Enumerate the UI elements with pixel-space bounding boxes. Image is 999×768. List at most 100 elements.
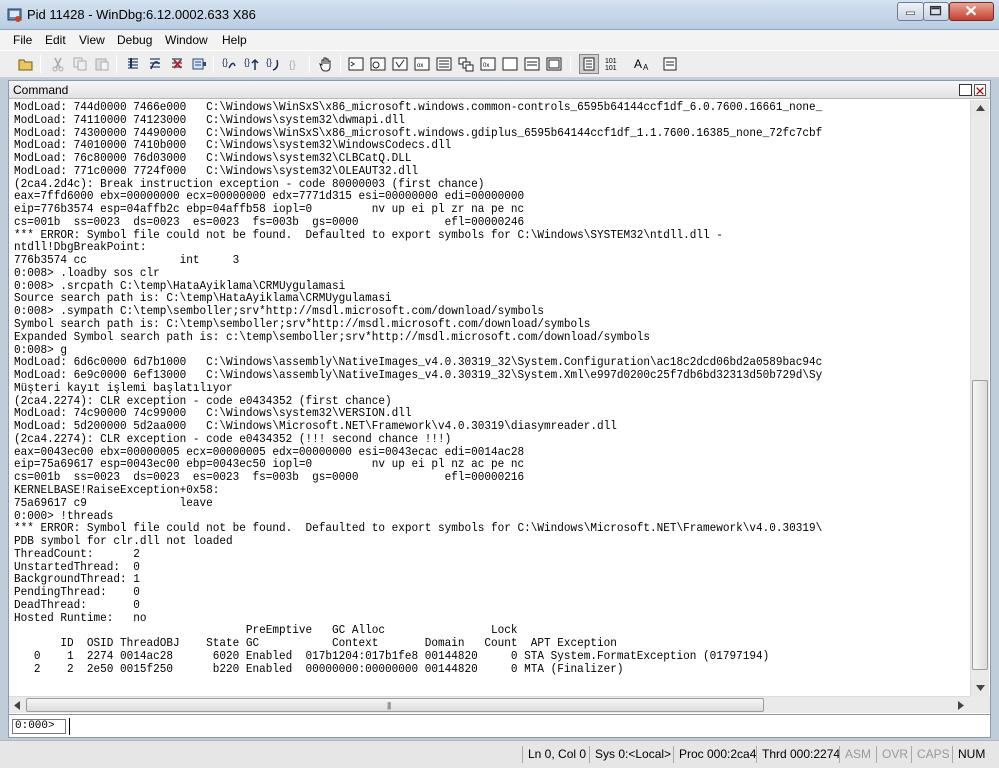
svg-text:0x: 0x (483, 63, 489, 69)
svg-text:{}: {} (222, 57, 228, 67)
status-thrd: Thrd 000:2274 (756, 746, 840, 763)
scroll-up-arrow-icon[interactable] (971, 100, 989, 116)
status-line-col: Ln 0, Col 0 (522, 746, 586, 763)
command-output[interactable]: ModLoad: 744d0000 7466e000 C:\Windows\Wi… (14, 101, 969, 695)
vertical-scrollbar[interactable] (970, 100, 989, 696)
output-line: 0:008> .loadby sos clr (14, 265, 160, 280)
cut-icon[interactable] (48, 54, 68, 74)
hex-icon[interactable]: 101 101 (602, 54, 622, 74)
font-icon[interactable]: AA (632, 54, 652, 74)
menu-debug[interactable]: Debug (117, 33, 152, 47)
close-button[interactable] (949, 2, 994, 21)
step-into-icon[interactable] (123, 54, 143, 74)
disassembly-icon[interactable]: 0x (478, 54, 498, 74)
locals-icon[interactable] (390, 54, 410, 74)
output-line: ID OSID ThreadOBJ State GC Context Domai… (14, 636, 617, 651)
output-line: ThreadCount: 2 (14, 546, 140, 561)
scroll-down-arrow-icon[interactable] (971, 680, 989, 696)
minimize-button[interactable] (897, 2, 924, 21)
copy-icon[interactable] (70, 54, 90, 74)
status-asm: ASM (839, 746, 871, 763)
scroll-corner (970, 696, 990, 713)
output-line: (2ca4.2274): CLR exception - code e04343… (14, 431, 452, 446)
svg-text:ox: ox (417, 63, 423, 69)
scroll-grip-icon: ||| (387, 701, 391, 710)
output-line: DeadThread: 0 (14, 597, 140, 612)
paste-icon[interactable] (92, 54, 112, 74)
title-bar: Pid 11428 - WinDbg:6.12.0002.633 X86 (0, 0, 999, 30)
status-num: NUM (952, 746, 985, 763)
status-caps: CAPS (911, 746, 950, 763)
processes-icon[interactable] (544, 54, 564, 74)
open-icon[interactable] (16, 54, 36, 74)
output-line: ModLoad: 771c0000 7724f000 C:\Windows\sy… (14, 163, 419, 178)
svg-text:101: 101 (605, 65, 617, 72)
menu-view[interactable]: View (79, 33, 105, 47)
options-icon[interactable] (660, 54, 680, 74)
toolbar: {} {} {} {} ox 0x 101 101 AA (0, 50, 999, 78)
toolbar-separator (213, 55, 214, 73)
menu-edit[interactable]: Edit (45, 33, 66, 47)
command-output-text: ModLoad: 744d0000 7466e000 C:\Windows\Wi… (14, 101, 893, 675)
memory-icon[interactable] (434, 54, 454, 74)
output-line: eip=776b3574 esp=04affb2c ebp=04affb58 i… (14, 202, 525, 217)
toolbar-separator (309, 55, 310, 73)
command-input[interactable] (69, 718, 985, 735)
processes-icon[interactable] (522, 54, 542, 74)
status-proc: Proc 000:2ca4 (673, 746, 756, 763)
horizontal-scrollbar[interactable]: ||| (9, 696, 970, 713)
dock-icon[interactable] (959, 84, 972, 96)
output-line: KERNELBASE!RaiseException+0x58: (14, 482, 220, 497)
menu-window[interactable]: Window (165, 33, 208, 47)
output-line: cs=001b ss=0023 ds=0023 es=0023 fs=003b … (14, 214, 525, 229)
registers-icon[interactable]: ox (412, 54, 432, 74)
output-line: ModLoad: 74110000 74123000 C:\Windows\sy… (14, 112, 405, 127)
scroll-left-arrow-icon[interactable] (9, 697, 25, 713)
command-window-title: Command (13, 83, 69, 97)
stop-debugging-icon[interactable] (167, 54, 187, 74)
toolbar-separator (40, 55, 41, 73)
output-line: ModLoad: 5d200000 5d2aa000 C:\Windows\Mi… (14, 419, 617, 434)
output-line: BackgroundThread: 1 (14, 572, 140, 587)
command-input-row: 0:000> (9, 714, 990, 737)
svg-text:{}: {} (244, 57, 250, 67)
output-line: ModLoad: 76c80000 76d03000 C:\Windows\sy… (14, 151, 412, 166)
maximize-button[interactable] (923, 2, 949, 21)
scratch-pad-icon[interactable] (500, 54, 520, 74)
scroll-right-arrow-icon[interactable] (953, 697, 969, 713)
insert-breakpoint-icon[interactable]: {} (285, 54, 305, 74)
output-line: 75a69617 c9 leave (14, 495, 213, 510)
output-line: Expanded Symbol search path is: c:\temp\… (14, 329, 651, 344)
output-line: 0 1 2274 0014ac28 6020 Enabled 017b1204:… (14, 648, 770, 663)
menu-bar: File Edit View Debug Window Help (0, 30, 999, 50)
svg-text:A: A (643, 63, 649, 72)
hand-icon[interactable] (316, 54, 336, 74)
source-mode-icon[interactable] (579, 54, 599, 74)
svg-text:{}: {} (289, 60, 296, 71)
menu-help[interactable]: Help (222, 33, 247, 47)
close-pane-icon[interactable] (974, 84, 986, 96)
run-to-cursor-icon[interactable] (189, 54, 209, 74)
call-stack-icon[interactable] (456, 54, 476, 74)
output-line: PDB symbol for clr.dll not loaded (14, 534, 233, 549)
watch-icon[interactable] (368, 54, 388, 74)
step-icon[interactable]: {} (219, 54, 239, 74)
output-line: ModLoad: 6e9c0000 6ef13000 C:\Windows\as… (14, 368, 823, 383)
command-prompt-label: 0:000> (12, 719, 66, 734)
output-line: UnstartedThread: 0 (14, 559, 140, 574)
output-line: Symbol search path is: C:\temp\semboller… (14, 317, 591, 332)
horizontal-scroll-thumb[interactable]: ||| (26, 698, 764, 712)
command-icon[interactable] (346, 54, 366, 74)
step-out-icon[interactable]: {} (241, 54, 261, 74)
vertical-scroll-thumb[interactable] (972, 380, 988, 670)
toolbar-separator (340, 55, 341, 73)
output-line: Müşteri kayıt işlemi başlatılıyor (14, 380, 233, 395)
svg-text:101: 101 (605, 58, 617, 65)
status-ovr: OVR (876, 746, 908, 763)
step-over-icon[interactable] (145, 54, 165, 74)
output-line: PendingThread: 0 (14, 585, 140, 600)
menu-file[interactable]: File (13, 33, 32, 47)
windbg-app-icon[interactable] (7, 7, 23, 23)
run-icon[interactable]: {} (263, 54, 283, 74)
toolbar-separator (570, 55, 571, 73)
